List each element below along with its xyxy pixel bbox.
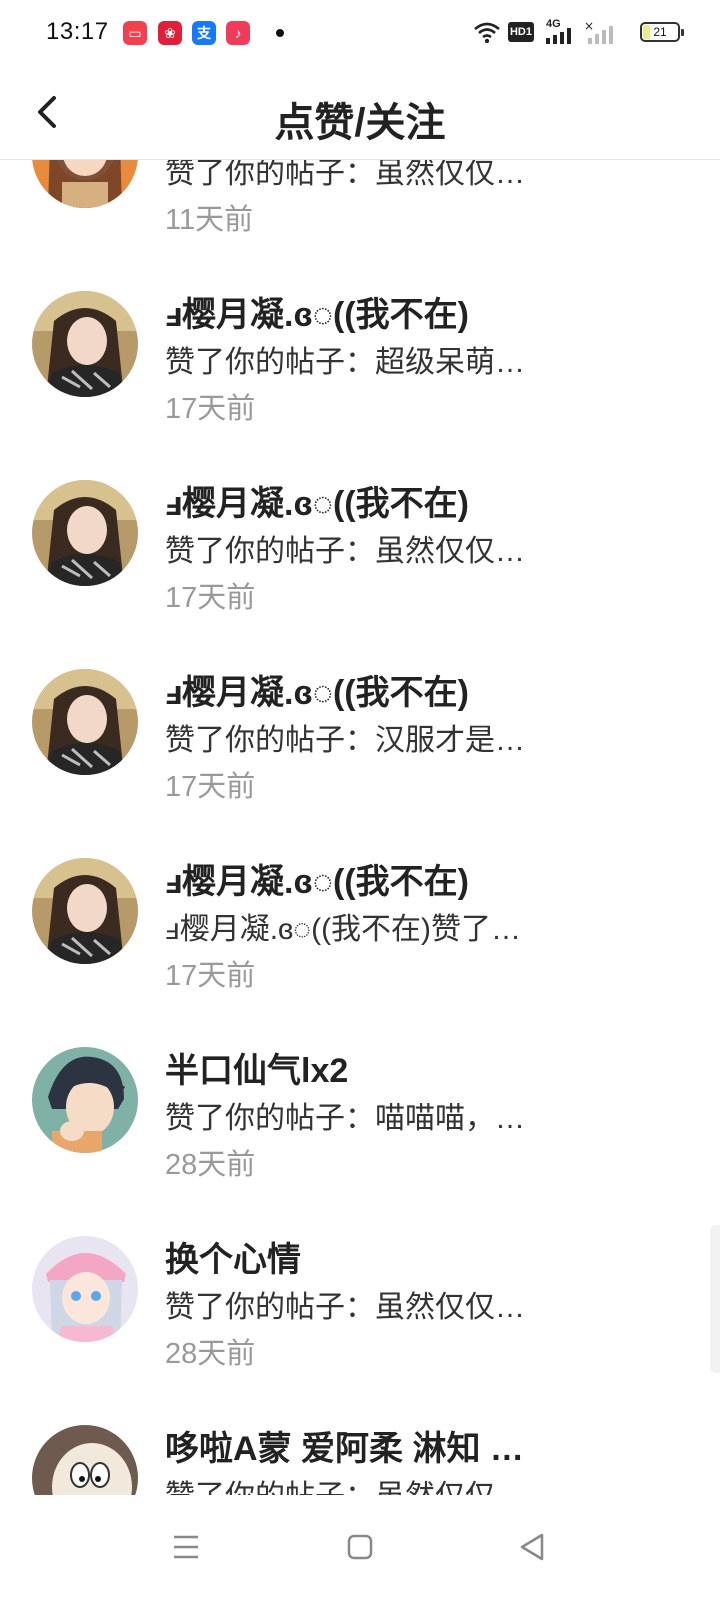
wifi-icon <box>474 22 500 44</box>
notification-list[interactable]: 赞了你的帖子：虽然仅仅… 11天前 ⅎ樱月凝.ɞ◌((我不在) 赞了你的帖子：超… <box>0 160 720 1495</box>
user-name[interactable]: 半口仙气lx2 <box>165 1043 348 1092</box>
list-item[interactable]: ⅎ樱月凝.ɞ◌((我不在) 赞了你的帖子：汉服才是… 17天前 <box>0 629 720 818</box>
menu-button[interactable] <box>164 1525 208 1569</box>
user-name[interactable]: ⅎ樱月凝.ɞ◌((我不在) <box>165 287 469 336</box>
notification-dot-icon <box>276 29 284 37</box>
avatar[interactable] <box>32 160 138 208</box>
navigation-bar <box>0 1495 720 1600</box>
notification-text: 赞了你的帖子：虽然仅仅… <box>165 1291 525 1324</box>
notification-text: 赞了你的帖子：虽然仅仅… <box>165 1471 525 1495</box>
avatar[interactable] <box>32 1236 138 1342</box>
status-time: 13:17 <box>46 18 109 45</box>
list-item[interactable]: 赞了你的帖子：虽然仅仅… 11天前 <box>0 160 720 251</box>
timestamp: 17天前 <box>165 393 256 425</box>
user-name[interactable]: ⅎ樱月凝.ɞ◌((我不在) <box>165 476 469 525</box>
user-name[interactable]: ⅎ樱月凝.ɞ◌((我不在) <box>165 854 469 903</box>
notification-text: 赞了你的帖子：超级呆萌… <box>165 346 525 379</box>
4g-signal-icon <box>546 28 571 44</box>
list-item[interactable]: 半口仙气lx2 赞了你的帖子：喵喵喵，… 28天前 <box>0 1007 720 1196</box>
timestamp: 11天前 <box>165 204 254 236</box>
timestamp: 28天前 <box>165 1149 256 1181</box>
avatar[interactable] <box>32 858 138 964</box>
list-item[interactable]: 换个心情 赞了你的帖子：虽然仅仅… 28天前 <box>0 1196 720 1385</box>
hd-icon: HD1 <box>508 22 534 42</box>
notification-text: 赞了你的帖子：虽然仅仅… <box>165 535 525 568</box>
list-item[interactable]: ⅎ樱月凝.ɞ◌((我不在) 赞了你的帖子：超级呆萌… 17天前 <box>0 251 720 440</box>
notification-text: ⅎ樱月凝.ɞ◌((我不在)赞了… <box>165 913 522 946</box>
user-name[interactable]: ⅎ樱月凝.ɞ◌((我不在) <box>165 665 469 714</box>
music-icon: ♪ <box>226 21 250 45</box>
red-app-icon: ❀ <box>158 21 182 45</box>
battery-level: 21 <box>653 25 667 39</box>
avatar[interactable] <box>32 669 138 775</box>
notification-text: 赞了你的帖子：虽然仅仅… <box>165 160 525 190</box>
status-bar: 13:17 ▭ ❀ 支 ♪ HD1 4G × 21 <box>0 0 720 62</box>
scrollbar[interactable] <box>710 1225 720 1373</box>
list-item[interactable]: ⅎ樱月凝.ɞ◌((我不在) 赞了你的帖子：虽然仅仅… 17天前 <box>0 440 720 629</box>
list-item[interactable]: 哆啦A蒙 爱阿柔 淋知 … 赞了你的帖子：虽然仅仅… <box>0 1385 720 1495</box>
timestamp: 17天前 <box>165 960 256 992</box>
svg-text:×: × <box>584 20 594 33</box>
battery-icon: 21 <box>640 22 684 42</box>
avatar[interactable] <box>32 1047 138 1153</box>
video-app-icon: ▭ <box>123 21 147 45</box>
avatar[interactable] <box>32 1425 138 1495</box>
notification-text: 赞了你的帖子：汉服才是… <box>165 724 525 757</box>
timestamp: 28天前 <box>165 1338 256 1370</box>
back-nav-button[interactable] <box>510 1525 554 1569</box>
no-signal-icon: × <box>584 20 613 44</box>
page-title: 点赞/关注 <box>274 101 446 145</box>
avatar[interactable] <box>32 480 138 586</box>
user-name[interactable]: 哆啦A蒙 爱阿柔 淋知 … <box>165 1421 524 1470</box>
list-item[interactable]: ⅎ樱月凝.ɞ◌((我不在) ⅎ樱月凝.ɞ◌((我不在)赞了… 17天前 <box>0 818 720 1007</box>
notification-text: 赞了你的帖子：喵喵喵，… <box>165 1102 525 1135</box>
header: 点赞/关注 <box>0 62 720 160</box>
alipay-icon: 支 <box>192 21 216 45</box>
avatar[interactable] <box>32 291 138 397</box>
home-button[interactable] <box>338 1525 382 1569</box>
timestamp: 17天前 <box>165 771 256 803</box>
timestamp: 17天前 <box>165 582 256 614</box>
user-name[interactable]: 换个心情 <box>165 1232 301 1281</box>
